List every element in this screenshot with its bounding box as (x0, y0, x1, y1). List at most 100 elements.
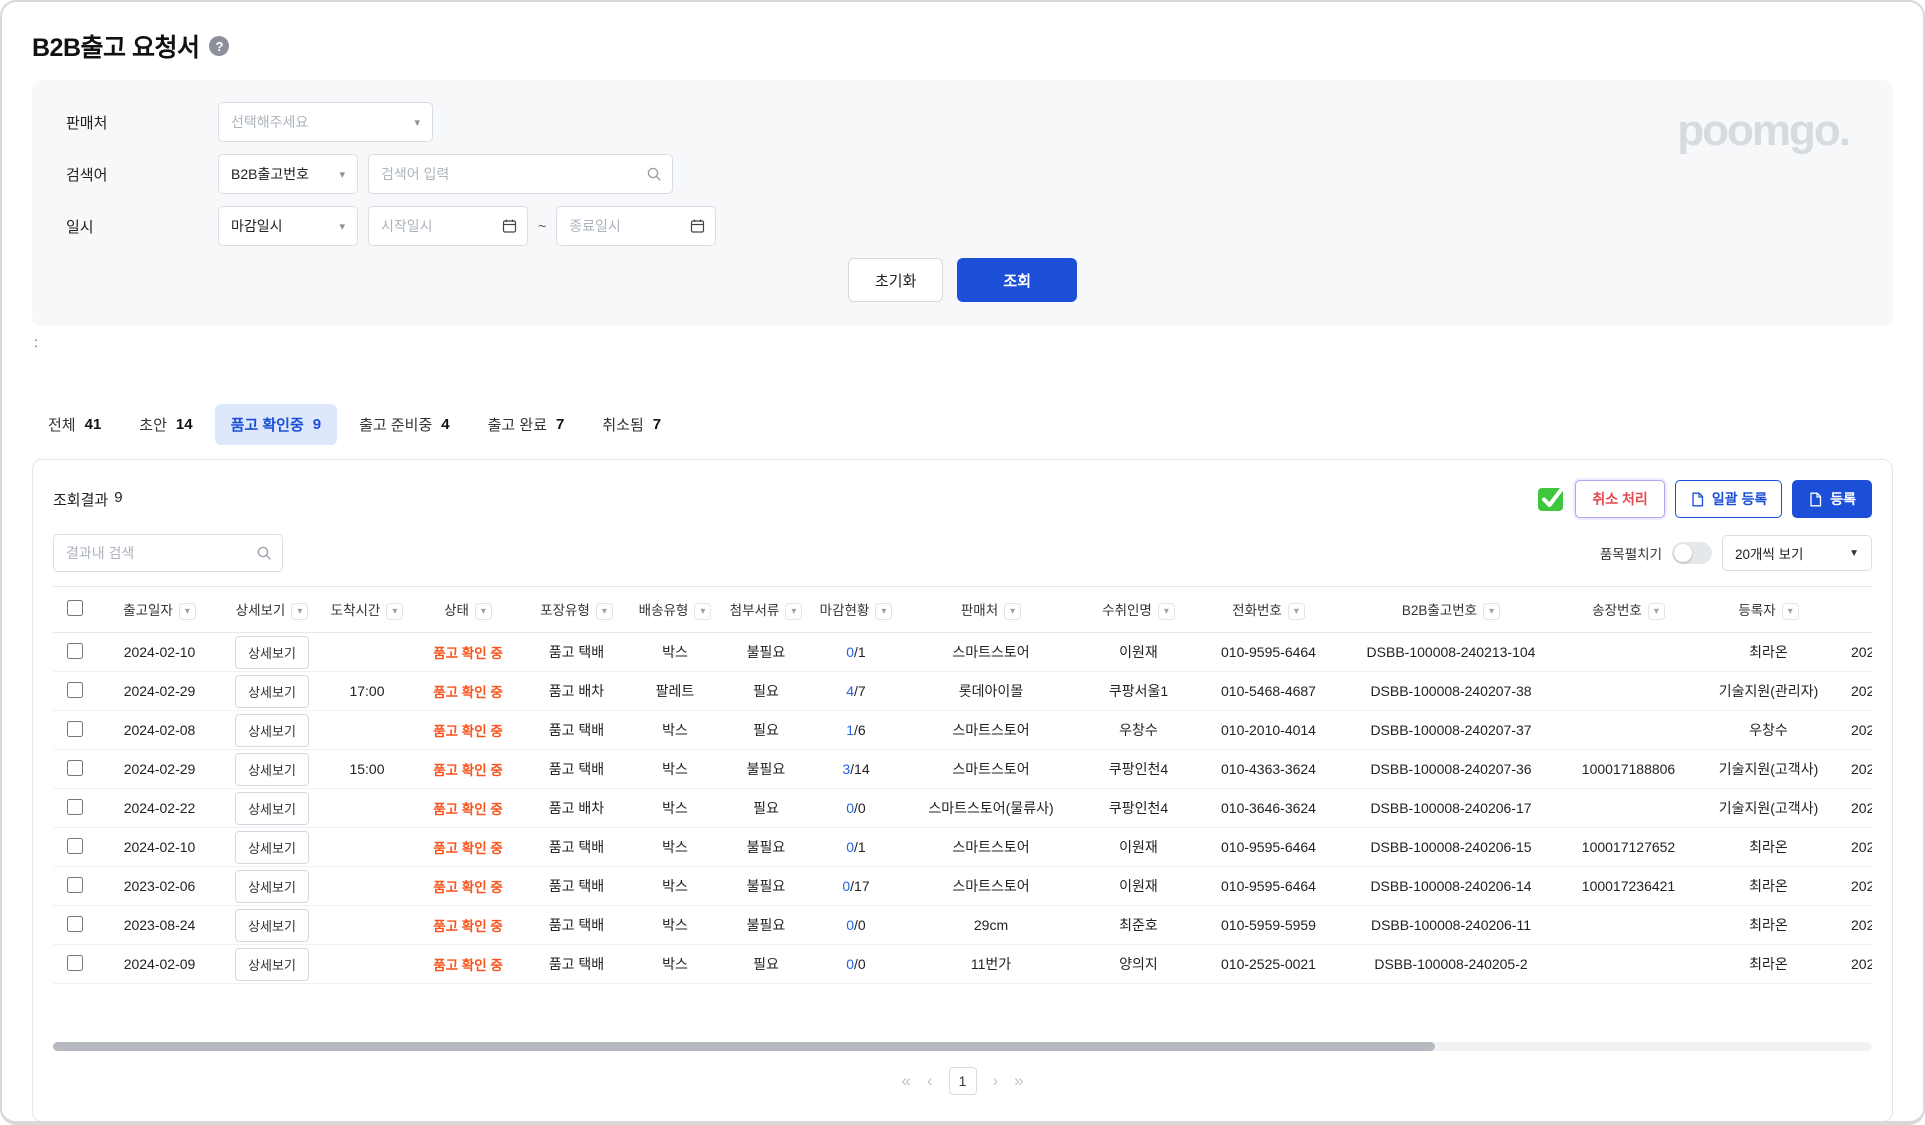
detail-view-button[interactable]: 상세보기 (235, 909, 309, 942)
deadline-total: /17 (850, 878, 869, 894)
keyword-input[interactable] (368, 154, 673, 194)
page-content: B2B출고 요청서 ? poomgo. 판매처 선택해주세요 ▾ 검색어 B2B… (2, 2, 1923, 1122)
date-cell: 2024-02-22 (97, 789, 222, 828)
status-badge: 품고 확인 중 (433, 763, 503, 778)
column-filter-icon[interactable]: ▾ (386, 603, 403, 620)
green-check-icon[interactable] (1537, 485, 1565, 513)
page-size-select[interactable]: 20개씩 보기 ▼ (1722, 535, 1872, 571)
row-checkbox[interactable] (67, 877, 83, 893)
row-checkbox[interactable] (67, 838, 83, 854)
column-label: 상태 (444, 603, 469, 618)
detail-view-button[interactable]: 상세보기 (235, 870, 309, 903)
stray-text: : (34, 334, 1893, 350)
seller-select[interactable]: 선택해주세요 ▾ (218, 102, 433, 142)
row-select-cell (53, 906, 97, 945)
date-cell: 2024-02-09 (97, 945, 222, 984)
keyword-type-select[interactable]: B2B출고번호 ▾ (218, 154, 358, 194)
detail-view-button[interactable]: 상세보기 (235, 831, 309, 864)
column-filter-icon[interactable]: ▾ (1648, 603, 1665, 620)
column-filter-icon[interactable]: ▾ (1004, 603, 1021, 620)
deadline-done-link[interactable]: 4 (846, 683, 854, 699)
row-checkbox[interactable] (67, 721, 83, 737)
inner-search-wrap (53, 534, 283, 572)
column-filter-icon[interactable]: ▾ (785, 603, 802, 620)
keyword-input-wrap (368, 154, 673, 194)
select-all-checkbox[interactable] (67, 600, 83, 616)
seller-cell: 11번가 (901, 945, 1081, 984)
row-checkbox[interactable] (67, 682, 83, 698)
calendar-icon[interactable] (502, 219, 517, 234)
document-icon (1808, 492, 1823, 507)
horizontal-scrollbar-track[interactable] (53, 1042, 1872, 1051)
column-header-arrival: 도착시간▾ (322, 587, 412, 633)
seller-cell: 스마트스토어 (901, 711, 1081, 750)
registrant-cell: 기술지원(관리자) (1696, 672, 1841, 711)
row-checkbox[interactable] (67, 955, 83, 971)
horizontal-scrollbar-thumb[interactable] (53, 1042, 1435, 1051)
pagination-prev[interactable]: ‹ (927, 1071, 933, 1091)
detail-view-button[interactable]: 상세보기 (235, 792, 309, 825)
column-filter-icon[interactable]: ▾ (1483, 603, 1500, 620)
deadline-done-link[interactable]: 0 (846, 839, 854, 855)
search-button[interactable]: 조회 (957, 258, 1077, 302)
deadline-done-link[interactable]: 0 (846, 956, 854, 972)
deadline-done-link[interactable]: 0 (846, 800, 854, 816)
cancel-process-button[interactable]: 취소 처리 (1575, 480, 1664, 518)
deadline-done-link[interactable]: 3 (842, 761, 850, 777)
detail-view-button[interactable]: 상세보기 (235, 675, 309, 708)
deadline-done-link[interactable]: 0 (846, 644, 854, 660)
b2b_no-cell: DSBB-100008-240206-15 (1341, 828, 1561, 867)
tab-4[interactable]: 출고 준비중4 (343, 404, 466, 445)
deadline-done-link[interactable]: 0 (846, 917, 854, 933)
detail-view-button[interactable]: 상세보기 (235, 948, 309, 981)
bulk-register-button[interactable]: 일괄 등록 (1675, 480, 1782, 518)
tab-2[interactable]: 초안14 (123, 404, 208, 445)
column-filter-icon[interactable]: ▾ (1288, 603, 1305, 620)
delivery-cell: 박스 (629, 789, 721, 828)
tab-1[interactable]: 전체41 (32, 404, 117, 445)
column-filter-icon[interactable]: ▾ (1158, 603, 1175, 620)
pagination-first[interactable]: « (901, 1071, 910, 1091)
column-header-status: 상태 ▾ (412, 587, 524, 633)
recipient-cell: 쿠팡서울1 (1081, 672, 1196, 711)
detail-view-button[interactable]: 상세보기 (235, 636, 309, 669)
detail-view-button[interactable]: 상세보기 (235, 714, 309, 747)
attachment-cell: 불필요 (721, 828, 811, 867)
packaging-cell: 품고 택배 (524, 945, 629, 984)
column-filter-icon[interactable]: ▾ (596, 603, 613, 620)
status-badge: 품고 확인 중 (433, 685, 503, 700)
column-header-invoice: 송장번호▾ (1561, 587, 1696, 633)
register-button[interactable]: 등록 (1792, 480, 1872, 518)
row-checkbox[interactable] (67, 760, 83, 776)
pagination-page-1[interactable]: 1 (949, 1067, 977, 1095)
column-filter-icon[interactable]: ▾ (291, 603, 308, 620)
deadline-done-link[interactable]: 0 (842, 878, 850, 894)
reset-button[interactable]: 초기화 (848, 258, 943, 302)
column-filter-icon[interactable]: ▾ (694, 603, 711, 620)
tab-label: 품고 확인중 (231, 414, 304, 435)
pagination-last[interactable]: » (1014, 1071, 1023, 1091)
deadline-total: /0 (854, 800, 866, 816)
tab-3[interactable]: 품고 확인중9 (215, 404, 338, 445)
detail-view-button[interactable]: 상세보기 (235, 753, 309, 786)
column-filter-icon[interactable]: ▾ (179, 603, 196, 620)
tab-5[interactable]: 출고 완료7 (472, 404, 581, 445)
help-icon[interactable]: ? (209, 36, 229, 56)
pagination-next[interactable]: › (993, 1071, 999, 1091)
tab-6[interactable]: 취소됨7 (586, 404, 677, 445)
row-checkbox[interactable] (67, 799, 83, 815)
row-checkbox[interactable] (67, 643, 83, 659)
expand-items-toggle[interactable] (1672, 542, 1712, 564)
recipient-cell: 최준호 (1081, 906, 1196, 945)
invoice-cell (1561, 945, 1696, 984)
attachment-cell: 필요 (721, 711, 811, 750)
column-filter-icon[interactable]: ▾ (1782, 603, 1799, 620)
deadline-done-link[interactable]: 1 (846, 722, 854, 738)
calendar-icon[interactable] (690, 219, 705, 234)
date-type-select[interactable]: 마감일시 ▾ (218, 206, 358, 246)
column-filter-icon[interactable]: ▾ (475, 603, 492, 620)
row-checkbox[interactable] (67, 916, 83, 932)
date-cell: 2023-02-06 (97, 867, 222, 906)
results-search-input[interactable] (53, 534, 283, 572)
column-filter-icon[interactable]: ▾ (875, 603, 892, 620)
